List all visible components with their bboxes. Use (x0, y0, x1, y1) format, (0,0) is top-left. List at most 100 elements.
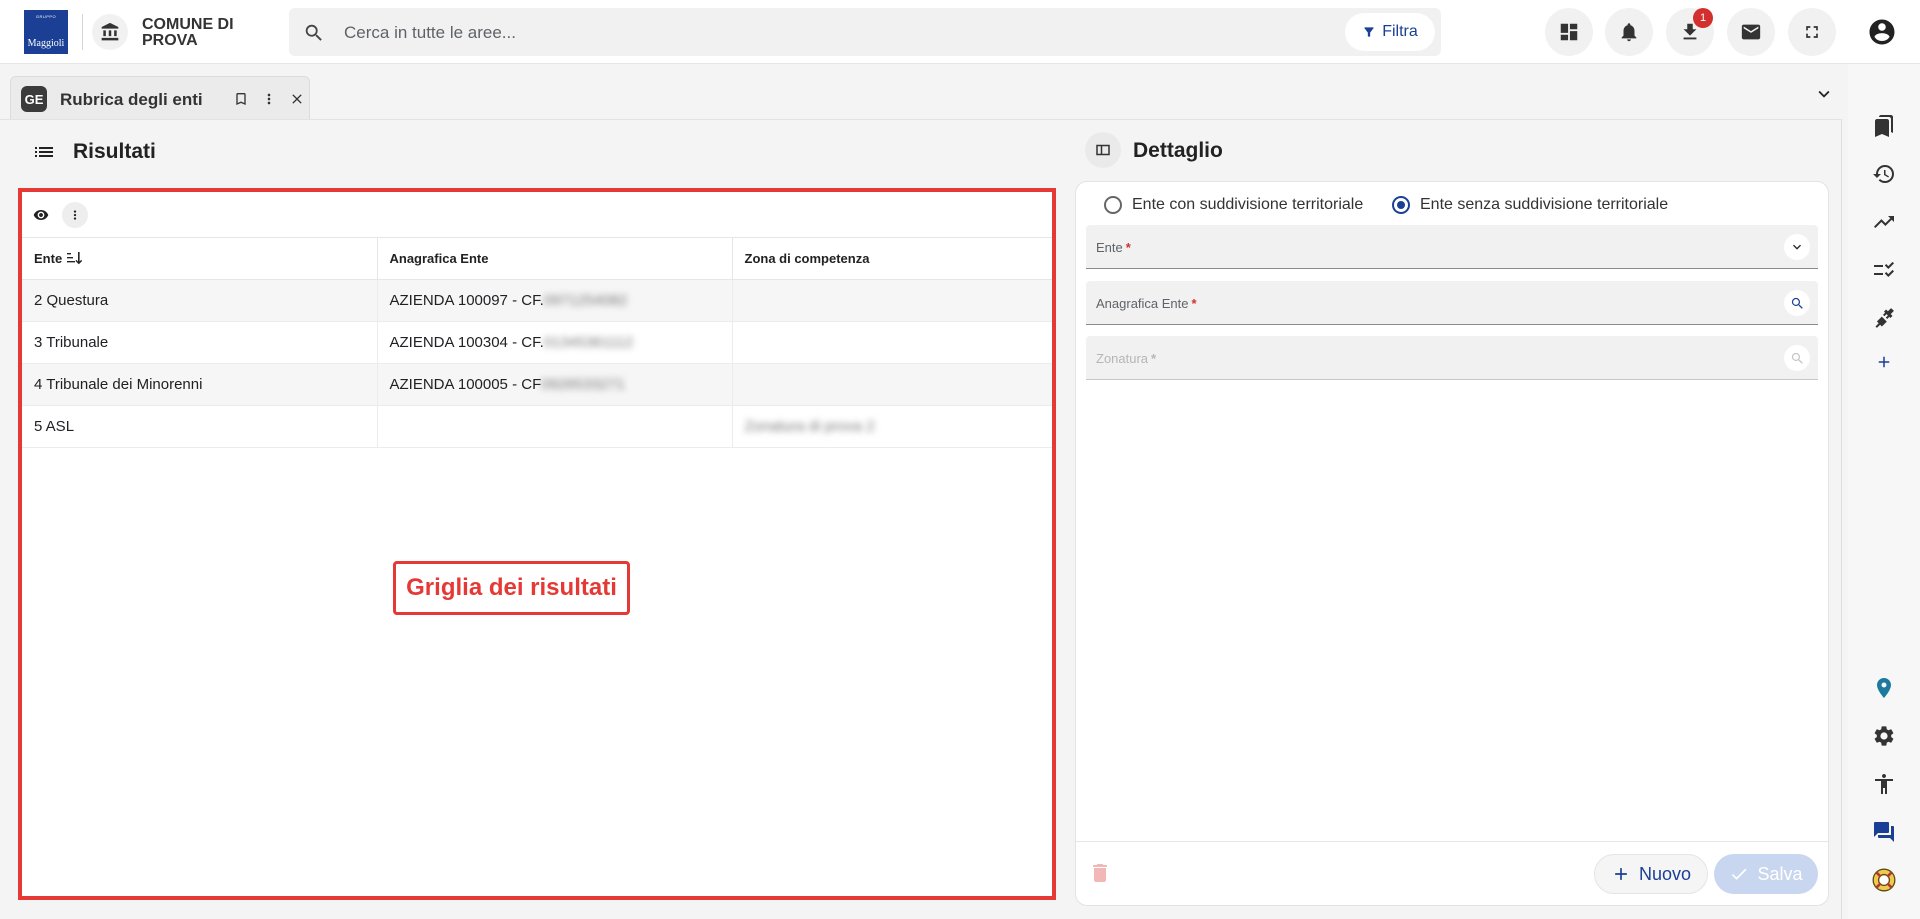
accessibility-icon (1875, 774, 1893, 794)
radio-without-territorial[interactable]: Ente senza suddivisione territoriale (1392, 196, 1668, 214)
history-icon (1873, 165, 1894, 183)
eye-icon (33, 210, 49, 220)
cell-zona (732, 363, 1052, 406)
bookmarks-button[interactable] (1862, 104, 1906, 148)
tab-menu-button[interactable] (257, 87, 281, 111)
search-input[interactable]: Cerca in tutte le aree... (344, 23, 516, 43)
messages-button[interactable] (1727, 8, 1775, 56)
radio-with-territorial[interactable]: Ente con suddivisione territoriale (1104, 196, 1363, 214)
cell-ente: 3 Tribunale (22, 321, 378, 364)
fullscreen-icon (1806, 26, 1818, 38)
accessibility-button[interactable] (1862, 762, 1906, 806)
logo-divider (82, 14, 83, 50)
global-search[interactable]: Cerca in tutte le aree... Filtra (289, 8, 1441, 56)
search-icon (305, 24, 322, 41)
search-icon (1791, 297, 1803, 309)
bookmark-outline-icon (236, 93, 246, 105)
location-button[interactable] (1862, 666, 1906, 710)
zona-redacted: Zonatura di prova 2 (744, 417, 875, 435)
zonatura-field: Zonatura * (1086, 336, 1818, 380)
anagrafica-text: AZIENDA 100097 - CF. (389, 291, 544, 309)
anagrafica-ente-field[interactable]: Anagrafica Ente * (1086, 281, 1818, 325)
notifications-button[interactable] (1605, 8, 1653, 56)
search-icon (1791, 352, 1803, 364)
maggioli-logo[interactable]: GRUPPO Maggioli (24, 10, 68, 54)
annotation-label: Griglia dei risultati (393, 561, 630, 615)
search-field-button[interactable] (1784, 290, 1810, 316)
sort-ascending-icon[interactable] (66, 251, 83, 265)
filter-label: Filtra (1382, 23, 1418, 40)
downloads-button[interactable]: 1 (1666, 8, 1714, 56)
new-button[interactable]: Nuovo (1594, 854, 1708, 894)
location-pin-icon (1877, 678, 1891, 698)
table-row[interactable]: 4 Tribunale dei Minorenni AZIENDA 100005… (22, 363, 1052, 406)
add-button[interactable] (1862, 340, 1906, 384)
plug-icon (1875, 308, 1894, 328)
grid-menu-button[interactable] (62, 202, 88, 228)
bookmarks-icon (1875, 115, 1893, 137)
results-title: Risultati (73, 140, 156, 163)
chevron-down-icon (1793, 244, 1801, 250)
list-icon (35, 147, 53, 157)
gear-icon (1874, 726, 1894, 746)
dashboard-button[interactable] (1545, 8, 1593, 56)
close-icon (292, 94, 302, 104)
radio-label: Ente con suddivisione territoriale (1132, 196, 1364, 213)
required-mark: * (1191, 296, 1197, 311)
dropdown-button[interactable] (1784, 234, 1810, 260)
table-row[interactable]: 3 Tribunale AZIENDA 100304 - CF.01345361… (22, 321, 1052, 364)
settings-button[interactable] (1862, 714, 1906, 758)
radio-button[interactable] (1104, 196, 1122, 214)
ente-select[interactable]: Ente * (1086, 225, 1818, 269)
toggle-panel-button[interactable] (1085, 132, 1121, 168)
mail-icon (1741, 24, 1761, 40)
column-header-zona[interactable]: Zona di competenza (732, 238, 1052, 280)
save-button[interactable]: Salva (1714, 854, 1818, 894)
table-row[interactable]: 5 ASL Zonatura di prova 2 (22, 405, 1052, 448)
filter-button[interactable]: Filtra (1345, 13, 1435, 51)
tabs-overflow-button[interactable] (1812, 82, 1836, 106)
search-field-button (1784, 345, 1810, 371)
tab-bar: GE Rubrica degli enti (0, 64, 1848, 120)
trending-up-icon (1874, 216, 1894, 228)
column-header-anagrafica[interactable]: Anagrafica Ente (377, 238, 733, 280)
cell-ente: 5 ASL (22, 405, 378, 448)
right-rail (1848, 64, 1920, 919)
cell-anagrafica: AZIENDA 100097 - CF.0971254082 (377, 279, 733, 322)
field-label: Ente * (1096, 240, 1131, 255)
more-vert-icon (267, 93, 271, 105)
table-header-row: Ente Anagrafica Ente Zona di competenza (22, 238, 1052, 280)
cell-ente: 2 Questura (22, 279, 378, 322)
checklist-button[interactable] (1862, 248, 1906, 292)
chat-icon (1874, 822, 1894, 842)
account-button[interactable] (1862, 12, 1902, 52)
radio-button-selected[interactable] (1392, 196, 1410, 214)
logo-big-text: Maggioli (27, 38, 65, 49)
table-row[interactable]: 2 Questura AZIENDA 100097 - CF.097125408… (22, 279, 1052, 322)
top-bar: GRUPPO Maggioli COMUNE DI PROVA Cerca in… (0, 0, 1920, 64)
town-hall-icon[interactable] (92, 14, 128, 50)
bookmark-tab-button[interactable] (229, 87, 253, 111)
plugins-button[interactable] (1862, 296, 1906, 340)
check-icon (1732, 868, 1747, 880)
anagrafica-redacted: 0926533271 (541, 375, 625, 393)
support-button[interactable] (1862, 858, 1906, 902)
required-mark: * (1151, 351, 1157, 366)
detail-panel: Ente con suddivisione territoriale Ente … (1075, 181, 1829, 906)
toggle-columns-button[interactable] (28, 202, 54, 228)
tab-rubrica-enti[interactable]: GE Rubrica degli enti (10, 76, 310, 120)
detail-footer: Nuovo Salva (1076, 841, 1828, 905)
history-button[interactable] (1862, 152, 1906, 196)
column-header-ente[interactable]: Ente (22, 238, 378, 280)
delete-icon (1093, 864, 1107, 882)
cell-zona (732, 279, 1052, 322)
anagrafica-redacted: 0971254082 (543, 291, 628, 309)
dashboard-icon (1560, 23, 1578, 41)
close-tab-button[interactable] (285, 87, 309, 111)
cell-anagrafica (377, 405, 733, 448)
chat-button[interactable] (1862, 810, 1906, 854)
fullscreen-button[interactable] (1788, 8, 1836, 56)
results-table: Ente Anagrafica Ente Zona di competenza … (22, 238, 1052, 448)
field-label-text: Zonatura (1096, 351, 1149, 366)
trend-button[interactable] (1862, 200, 1906, 244)
